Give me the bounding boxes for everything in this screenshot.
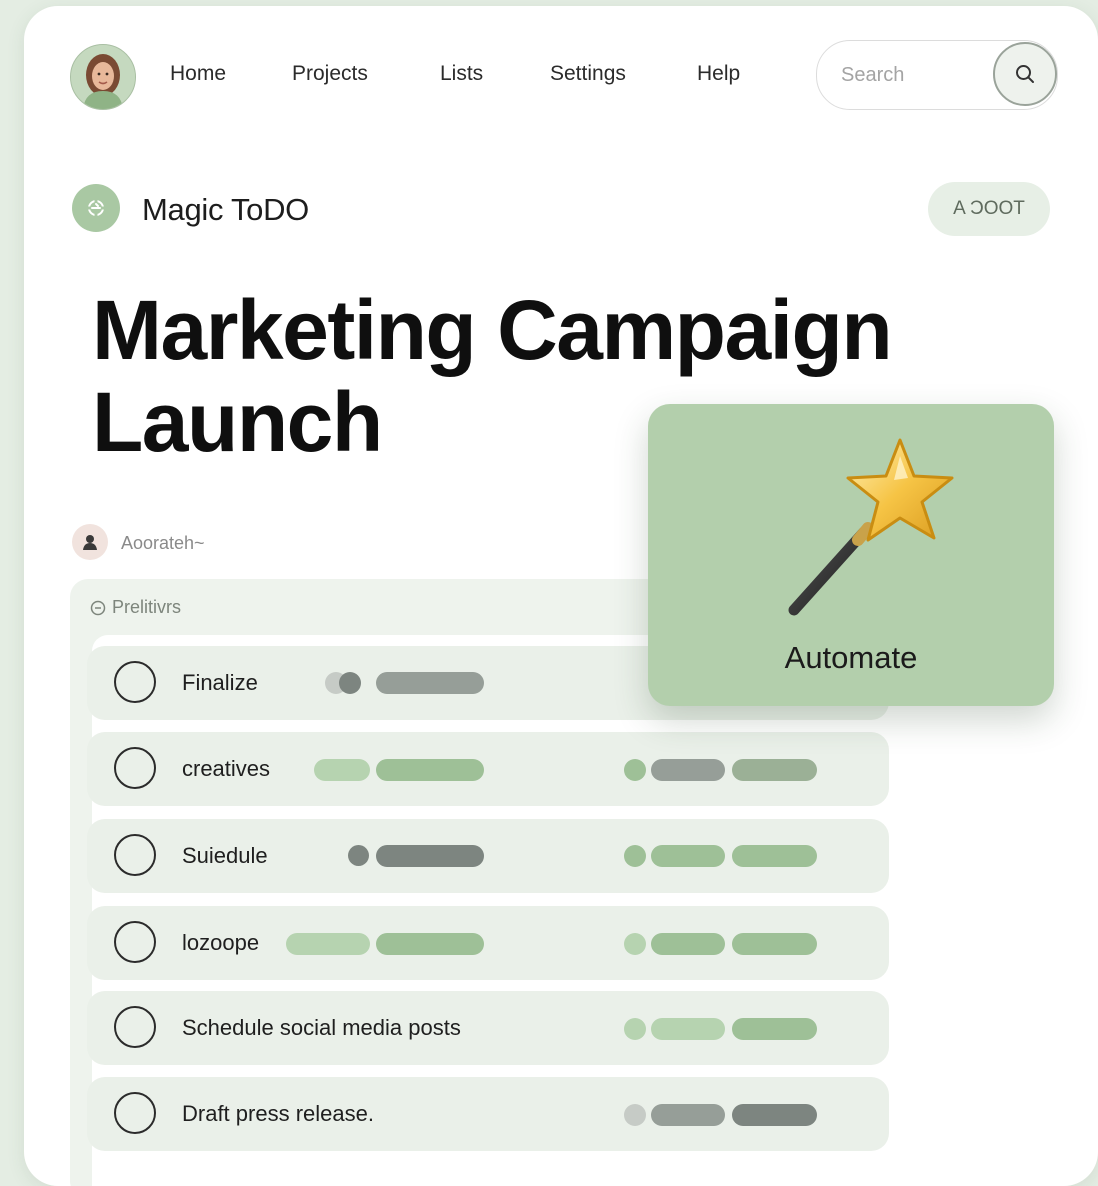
tag-pill <box>376 933 484 955</box>
task-checkbox[interactable] <box>114 1092 156 1134</box>
nav-lists[interactable]: Lists <box>440 62 483 86</box>
tag-pill <box>732 933 817 955</box>
tag-pill <box>732 845 817 867</box>
search-input[interactable] <box>839 60 983 90</box>
tag-dot <box>624 845 646 867</box>
task-label: lozoope <box>182 930 260 955</box>
task-checkbox[interactable] <box>114 921 156 963</box>
user-avatar[interactable] <box>70 44 136 110</box>
tag-pill <box>732 759 817 781</box>
tag-pill <box>651 845 725 867</box>
task-row[interactable]: creatives <box>87 732 889 806</box>
nav-projects[interactable]: Projects <box>292 62 368 86</box>
tag-pill <box>732 1018 817 1040</box>
task-row[interactable]: Draft press release. <box>87 1077 889 1151</box>
tag-dot <box>348 845 369 866</box>
tag-pill <box>651 759 725 781</box>
tag-pill <box>651 933 725 955</box>
panel-header[interactable]: Prelitivrs <box>90 597 181 618</box>
automate-button[interactable]: Automate <box>648 404 1054 706</box>
search-button[interactable] <box>993 42 1057 106</box>
magic-logo-icon <box>86 198 106 218</box>
panel-header-label: Prelitivrs <box>112 597 182 617</box>
tag-pill <box>314 759 370 781</box>
brand-name: Magic ToDO <box>142 192 309 227</box>
task-checkbox[interactable] <box>114 1006 156 1048</box>
avatar-portrait-icon <box>71 45 135 109</box>
status-badge[interactable]: A ƆOOT <box>928 182 1050 236</box>
tag-dot <box>624 1018 646 1040</box>
task-label: Suiedule <box>182 843 268 868</box>
assignee-label: Aoorateh~ <box>121 533 205 553</box>
search-icon <box>1016 65 1034 83</box>
tag-pill <box>732 1104 817 1126</box>
tag-pill <box>651 1018 725 1040</box>
task-row[interactable]: lozoope <box>87 906 889 980</box>
tag-dot <box>624 759 646 781</box>
task-row[interactable]: Schedule social media posts <box>87 991 889 1065</box>
app-window: Home Projects Lists Settings Help Magic … <box>24 6 1098 1186</box>
task-checkbox[interactable] <box>114 747 156 789</box>
tag-dot <box>624 1104 646 1126</box>
task-checkbox[interactable] <box>114 661 156 703</box>
task-label: Draft press release. <box>182 1101 374 1126</box>
task-label: Finalize <box>182 670 258 695</box>
tag-pill <box>286 933 370 955</box>
tag-dot <box>624 933 646 955</box>
collapse-icon <box>90 600 106 615</box>
person-icon <box>83 535 97 550</box>
magic-wand-star-icon <box>788 438 954 616</box>
task-label: Schedule social media posts <box>182 1015 461 1040</box>
task-checkbox[interactable] <box>114 834 156 876</box>
nav-settings[interactable]: Settings <box>550 62 626 86</box>
tag-pill <box>651 1104 725 1126</box>
tag-pill <box>376 845 484 867</box>
automate-label: Automate <box>784 640 918 675</box>
nav-home[interactable]: Home <box>170 62 226 86</box>
task-row[interactable]: Suiedule <box>87 819 889 893</box>
task-label: creatives <box>182 756 271 781</box>
search-bar <box>816 40 1058 110</box>
tag-pill <box>376 672 484 694</box>
brand-logo <box>72 184 120 232</box>
assignee-avatar[interactable] <box>72 524 108 560</box>
tag-pill <box>376 759 484 781</box>
nav-help[interactable]: Help <box>697 62 740 86</box>
tag-dot <box>339 672 361 694</box>
